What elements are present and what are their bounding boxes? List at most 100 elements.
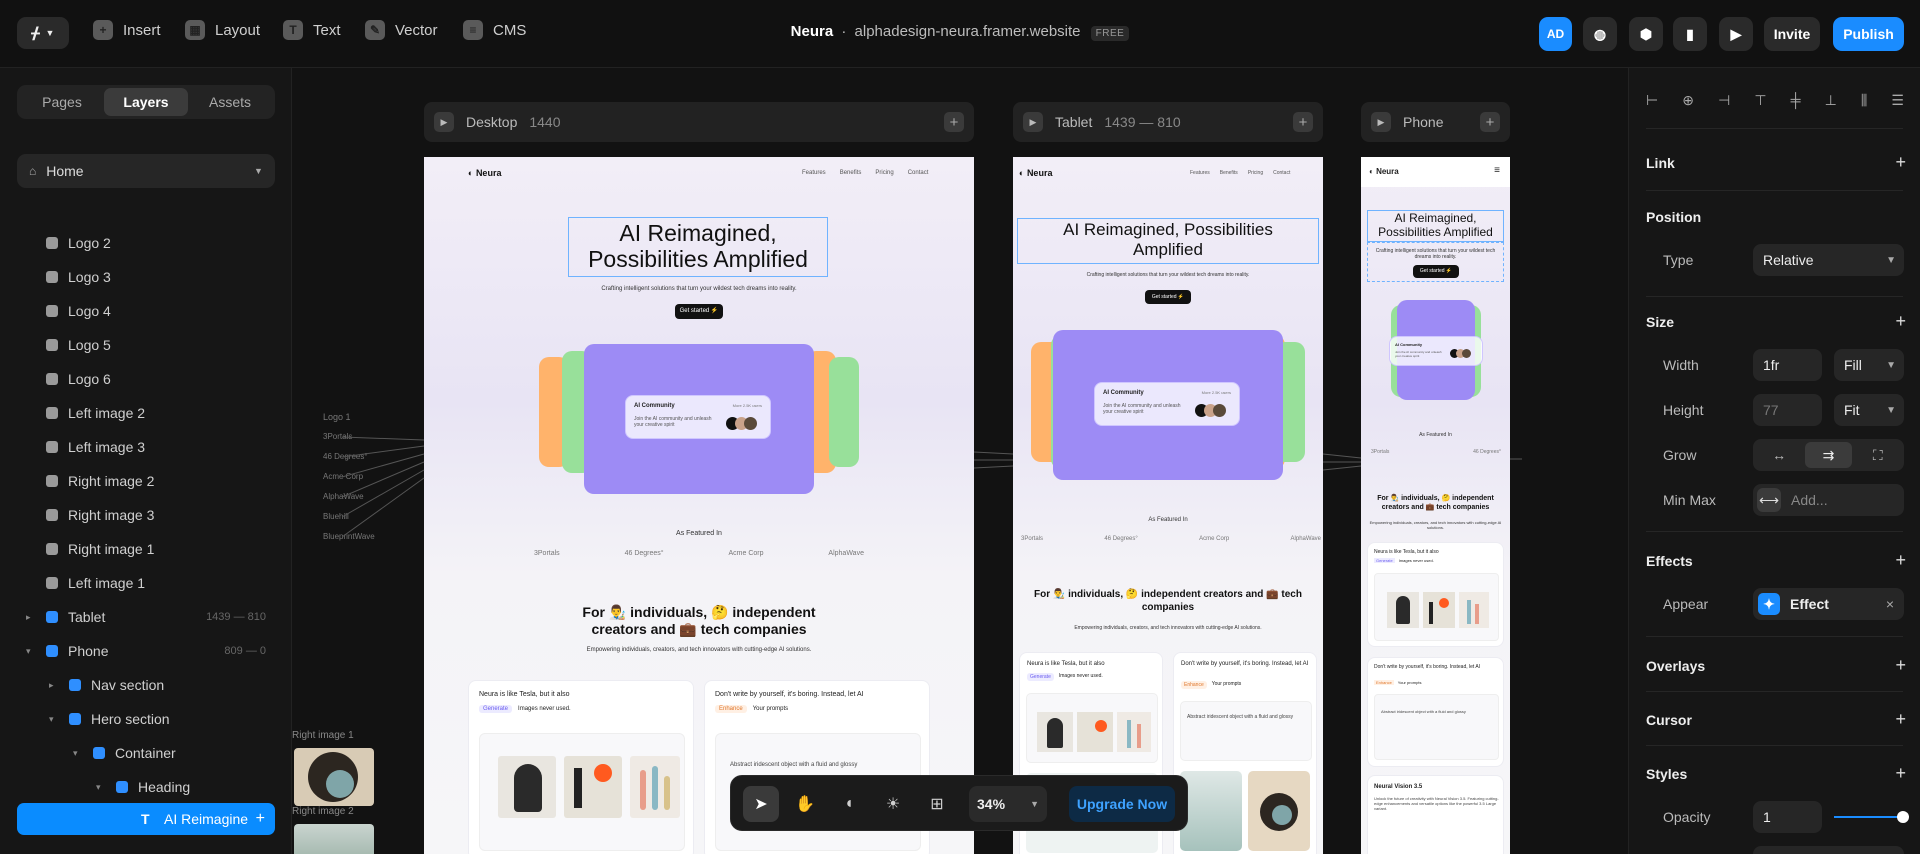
layer-item[interactable]: Left image 2 (46, 402, 145, 424)
align-top-icon[interactable]: ⊤ (1754, 92, 1766, 109)
invite-button[interactable]: Invite (1764, 17, 1820, 51)
layer-item[interactable]: Right image 2 (46, 470, 154, 492)
add-breakpoint-button[interactable]: + (944, 112, 964, 132)
align-bottom-icon[interactable]: ⊥ (1825, 92, 1837, 109)
opacity-input[interactable]: 1 (1753, 801, 1822, 833)
hero-heading[interactable]: AI Reimagined, Possibilities Amplified (1017, 220, 1319, 259)
align-middle-icon[interactable]: ╪ (1791, 92, 1801, 109)
tablet-breakpoint-header[interactable]: ▶ Tablet 1439 — 810 + (1013, 102, 1323, 142)
layer-item[interactable]: Logo 3 (46, 266, 111, 288)
nav-link[interactable]: Benefits (1220, 170, 1238, 176)
play-icon[interactable]: ▶ (1023, 112, 1043, 132)
canvas[interactable]: ▶ Desktop 1440 + ◐ Neura Features Benefi… (292, 68, 1628, 854)
grow-expand-icon[interactable]: ⛶ (1855, 447, 1901, 464)
layer-item[interactable]: Logo 2 (46, 232, 111, 254)
ghost-logo[interactable]: 46 Degrees° (323, 452, 368, 461)
tab-assets[interactable]: Assets (188, 88, 272, 116)
nav-link[interactable]: Benefits (840, 170, 862, 176)
layer-item[interactable]: Left image 3 (46, 436, 145, 458)
distribute-h-icon[interactable]: ⫼ (1861, 92, 1867, 109)
ghost-logo[interactable]: Acme Corp (323, 472, 363, 481)
layer-item-phone[interactable]: ▾ Phone 809 — 0 (26, 640, 266, 662)
desktop-breakpoint-header[interactable]: ▶ Desktop 1440 + (424, 102, 974, 142)
ghost-logo[interactable]: BlueprintWave (323, 532, 375, 541)
layer-item[interactable]: Logo 6 (46, 368, 111, 390)
layer-item[interactable]: ▾ Hero section (49, 708, 170, 730)
layer-item[interactable]: ▾ Container (73, 742, 176, 764)
grid-toggle-button[interactable]: ⊞ (919, 786, 955, 822)
add-breakpoint-button[interactable]: + (1480, 112, 1500, 132)
nav-link[interactable]: Contact (908, 170, 929, 176)
cta-button[interactable]: Get started ⚡ (675, 304, 723, 319)
grow-fill-icon[interactable]: ⇉ (1805, 442, 1852, 468)
grow-horizontal-icon[interactable]: ↔ (1756, 447, 1802, 463)
layer-item-selected[interactable]: T AI Reimagine + (17, 803, 275, 835)
distribute-v-icon[interactable]: ☰ (1891, 92, 1904, 109)
layer-item[interactable]: Logo 4 (46, 300, 111, 322)
hero-heading[interactable]: AI Reimagined, Possibilities Amplified (568, 220, 828, 273)
phone-breakpoint-header[interactable]: ▶ Phone + (1361, 102, 1510, 142)
tab-layers[interactable]: Layers (104, 88, 188, 116)
add-overlay-button[interactable]: + (1895, 655, 1906, 676)
layer-item[interactable]: ▸ Nav section (49, 674, 164, 696)
preview-button[interactable]: ▶ (1719, 17, 1753, 51)
page-selector[interactable]: ⌂ Home ▼ (17, 154, 275, 188)
phone-frame[interactable]: ◐ Neura ≡ AI Reimagined, Possibilities A… (1361, 157, 1510, 854)
nav-link[interactable]: Pricing (875, 170, 893, 176)
zoom-select[interactable]: 34% ▼ (969, 786, 1047, 822)
ghost-logo[interactable]: Bluehill (323, 512, 349, 521)
nav-link[interactable]: Features (1190, 170, 1210, 176)
height-mode-select[interactable]: Fit ▼ (1834, 394, 1904, 426)
layer-item[interactable]: Left image 1 (46, 572, 145, 594)
layer-item[interactable]: Logo 5 (46, 334, 111, 356)
effect-chip[interactable]: ✦ Effect × (1753, 588, 1904, 620)
add-size-button[interactable]: + (1895, 311, 1906, 332)
cta-button[interactable]: Get started ⚡ (1145, 290, 1191, 304)
desktop-frame[interactable]: ◐ Neura Features Benefits Pricing Contac… (424, 157, 974, 854)
nav-link[interactable]: Contact (1273, 170, 1290, 176)
menu-icon[interactable]: ≡ (1494, 165, 1500, 176)
height-input[interactable]: 77 (1753, 394, 1822, 426)
ghost-logo-label[interactable]: Logo 1 (323, 412, 351, 422)
hero-heading[interactable]: AI Reimagined, Possibilities Amplified (1367, 211, 1504, 240)
settings-button[interactable]: ⬢ (1629, 17, 1663, 51)
globe-button[interactable]: ◍ (1583, 17, 1617, 51)
add-link-button[interactable]: + (1895, 152, 1906, 173)
align-left-icon[interactable]: ⊢ (1646, 92, 1658, 109)
layer-item[interactable]: Right image 1 (46, 538, 154, 560)
layer-item-tablet[interactable]: ▸ Tablet 1439 — 810 (26, 606, 266, 628)
right-image-1[interactable] (294, 748, 374, 806)
width-mode-select[interactable]: Fill ▼ (1834, 349, 1904, 381)
minmax-input[interactable]: ⟷ Add... (1753, 484, 1904, 516)
cta-button[interactable]: Get started ⚡ (1413, 265, 1459, 278)
tablet-frame[interactable]: ◐ Neura Features Benefits Pricing Contac… (1013, 157, 1323, 854)
right-image-2[interactable] (294, 824, 374, 854)
position-type-select[interactable]: Relative ▼ (1753, 244, 1904, 276)
play-icon[interactable]: ▶ (434, 112, 454, 132)
slider-thumb[interactable] (1897, 811, 1909, 823)
nav-link[interactable]: Pricing (1248, 170, 1263, 176)
user-avatar[interactable]: AD (1539, 17, 1572, 51)
layer-item[interactable]: Right image 3 (46, 504, 154, 526)
tab-pages[interactable]: Pages (20, 88, 104, 116)
add-cursor-button[interactable]: + (1895, 709, 1906, 730)
nav-link[interactable]: Features (802, 170, 826, 176)
play-icon[interactable]: ▶ (1371, 112, 1391, 132)
publish-button[interactable]: Publish (1833, 17, 1904, 51)
hand-tool-button[interactable]: ✋ (787, 786, 823, 822)
ghost-logo[interactable]: 3Portals (323, 432, 352, 441)
select-tool-button[interactable]: ➤ (743, 786, 779, 822)
width-input[interactable]: 1fr (1753, 349, 1822, 381)
add-breakpoint-button[interactable]: + (1293, 112, 1313, 132)
layer-item[interactable]: ▾ Heading (96, 776, 190, 798)
ghost-logo[interactable]: AlphaWave (323, 492, 364, 501)
comment-tool-button[interactable]: ◖ (831, 786, 867, 822)
close-icon[interactable]: × (1886, 596, 1894, 612)
upgrade-now-button[interactable]: Upgrade Now (1069, 786, 1175, 822)
add-style-button[interactable]: + (1895, 763, 1906, 784)
analytics-button[interactable]: ▮ (1673, 17, 1707, 51)
opacity-slider[interactable] (1834, 811, 1909, 823)
theme-toggle-button[interactable]: ☀ (875, 786, 911, 822)
add-effect-button[interactable]: + (1895, 550, 1906, 571)
align-center-h-icon[interactable]: ⊕ (1682, 92, 1694, 109)
